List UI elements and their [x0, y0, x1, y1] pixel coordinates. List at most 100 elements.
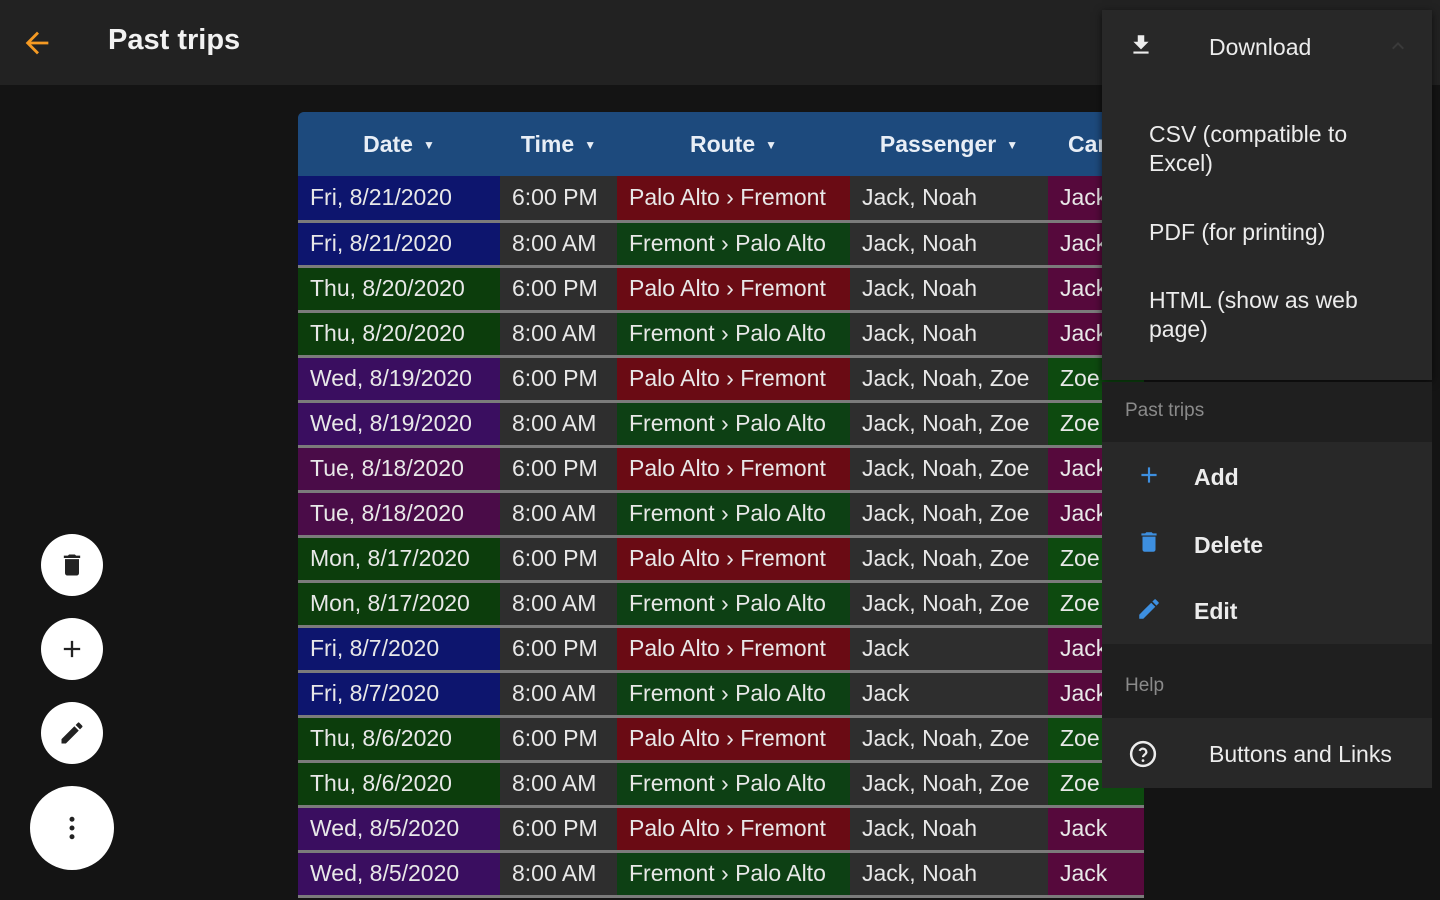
table-body: Fri, 8/21/2020 6:00 PM Palo Alto › Fremont… — [298, 176, 1144, 898]
table-row[interactable]: Thu, 8/20/2020 6:00 PM Palo Alto › Fremont… — [298, 266, 1144, 313]
cell-date: Thu, 8/20/2020 — [298, 311, 500, 358]
table-row[interactable]: Mon, 8/17/2020 6:00 PM Palo Alto › Fremont… — [298, 536, 1144, 583]
menu-item-delete[interactable]: Delete — [1102, 509, 1432, 577]
table-row[interactable]: Fri, 8/21/2020 8:00 AM Fremont › Palo Alto… — [298, 221, 1144, 268]
cell-date: Wed, 8/5/2020 — [298, 806, 500, 853]
column-header-label: Date — [363, 130, 413, 157]
column-header-label: Time — [520, 130, 575, 157]
cell-car: Jack — [1048, 851, 1144, 898]
cell-passenger: Jack — [850, 626, 1048, 673]
cell-passenger: Jack, Noah, Zoe — [850, 491, 1048, 538]
download-menu-header[interactable]: Download — [1102, 10, 1432, 82]
cell-passenger: Jack, Noah — [850, 266, 1048, 313]
table-row[interactable]: Thu, 8/6/2020 8:00 AM Fremont › Palo Alto J… — [298, 761, 1144, 808]
download-option-pdf[interactable]: PDF (for printing) — [1102, 208, 1432, 264]
cell-date: Mon, 8/17/2020 — [298, 536, 500, 583]
table-row[interactable]: Wed, 8/5/2020 6:00 PM Palo Alto › Fremont J… — [298, 806, 1144, 853]
cell-time: 6:00 PM — [500, 716, 617, 763]
cell-route: Fremont › Palo Alto — [617, 221, 850, 268]
cell-route: Palo Alto › Fremont — [617, 266, 850, 313]
edit-fab-button[interactable] — [41, 702, 103, 764]
download-option-line: CSV (compatible to — [1149, 121, 1348, 147]
table-row[interactable]: Wed, 8/5/2020 8:00 AM Fremont › Palo Alto J… — [298, 851, 1144, 898]
download-menu: Download CSV (compatible to Excel) PDF (… — [1102, 10, 1432, 380]
cell-route: Palo Alto › Fremont — [617, 536, 850, 583]
column-header-date[interactable]: Date ▼ — [298, 112, 500, 176]
trash-icon — [1141, 532, 1157, 552]
actions-menu: Past trips Add Delete Edit Help Buttons … — [1102, 382, 1432, 788]
section-title-past-trips: Past trips — [1125, 400, 1205, 421]
cell-car: Jack — [1048, 806, 1144, 853]
cell-time: 6:00 PM — [500, 266, 617, 313]
table-row[interactable]: Wed, 8/19/2020 8:00 AM Fremont › Palo Alto… — [298, 401, 1144, 448]
table-row[interactable]: Thu, 8/6/2020 6:00 PM Palo Alto › Fremont J… — [298, 716, 1144, 763]
table-row[interactable]: Thu, 8/20/2020 8:00 AM Fremont › Palo Alto… — [298, 311, 1144, 358]
cell-time: 8:00 AM — [500, 581, 617, 628]
cell-passenger: Jack, Noah, Zoe — [850, 581, 1048, 628]
menu-item-add[interactable]: Add — [1102, 442, 1432, 509]
cell-route: Fremont › Palo Alto — [617, 311, 850, 358]
table-row[interactable]: Tue, 8/18/2020 8:00 AM Fremont › Palo Alto… — [298, 491, 1144, 538]
menu-item-edit[interactable]: Edit — [1102, 577, 1432, 644]
menu-item-buttons-and-links[interactable]: Buttons and Links — [1102, 718, 1432, 788]
cell-date: Thu, 8/20/2020 — [298, 266, 500, 313]
cell-route: Palo Alto › Fremont — [617, 626, 850, 673]
cell-passenger: Jack, Noah, Zoe — [850, 356, 1048, 403]
cell-time: 6:00 PM — [500, 176, 617, 223]
sort-caret-icon: ▼ — [765, 138, 778, 153]
cell-date: Thu, 8/6/2020 — [298, 761, 500, 808]
table-header-row: Date ▼ Time ▼ Route ▼ Passenger ▼ Car — [298, 112, 1144, 176]
cell-route: Fremont › Palo Alto — [617, 491, 850, 538]
column-header-route[interactable]: Route ▼ — [617, 112, 850, 176]
download-option-line: PDF (for printing) — [1149, 219, 1326, 245]
plus-icon — [63, 640, 81, 658]
page-title: Past trips — [108, 24, 241, 56]
table-row[interactable]: Wed, 8/19/2020 6:00 PM Palo Alto › Fremont… — [298, 356, 1144, 403]
help-group: Buttons and Links — [1102, 718, 1432, 788]
table-row[interactable]: Tue, 8/18/2020 6:00 PM Palo Alto › Fremont… — [298, 446, 1144, 493]
add-fab-button[interactable] — [41, 618, 103, 680]
sort-caret-icon: ▼ — [422, 138, 435, 153]
delete-fab-button[interactable] — [41, 534, 103, 596]
download-option-html[interactable]: HTML (show as web page) — [1102, 278, 1432, 358]
download-label: Download — [1209, 34, 1312, 60]
menu-item-label: Edit — [1194, 598, 1238, 624]
table-row[interactable]: Fri, 8/7/2020 8:00 AM Fremont › Palo Alto J… — [298, 671, 1144, 718]
column-header-passenger[interactable]: Passenger ▼ — [850, 112, 1048, 176]
help-circle-icon — [1129, 740, 1157, 768]
download-icon — [1133, 35, 1149, 54]
cell-passenger: Jack, Noah, Zoe — [850, 716, 1048, 763]
table-row[interactable]: Fri, 8/7/2020 6:00 PM Palo Alto › Fremont J… — [298, 626, 1144, 673]
cell-route: Palo Alto › Fremont — [617, 806, 850, 853]
table-row[interactable]: Mon, 8/17/2020 8:00 AM Fremont › Palo Alto… — [298, 581, 1144, 628]
trash-icon — [63, 554, 81, 576]
cell-route: Fremont › Palo Alto — [617, 671, 850, 718]
cell-date: Wed, 8/19/2020 — [298, 401, 500, 448]
cell-date: Mon, 8/17/2020 — [298, 581, 500, 628]
chevron-up-icon — [1392, 42, 1404, 50]
cell-route: Fremont › Palo Alto — [617, 401, 850, 448]
cell-date: Thu, 8/6/2020 — [298, 716, 500, 763]
cell-time: 8:00 AM — [500, 491, 617, 538]
cell-passenger: Jack — [850, 671, 1048, 718]
table-row[interactable]: Fri, 8/21/2020 6:00 PM Palo Alto › Fremont… — [298, 176, 1144, 223]
column-header-time[interactable]: Time ▼ — [500, 112, 617, 176]
cell-time: 6:00 PM — [500, 626, 617, 673]
cell-route: Palo Alto › Fremont — [617, 716, 850, 763]
cell-passenger: Jack, Noah — [850, 176, 1048, 223]
cell-date: Wed, 8/19/2020 — [298, 356, 500, 403]
cell-date: Fri, 8/7/2020 — [298, 626, 500, 673]
plus-icon — [1141, 467, 1157, 483]
more-options-fab-button[interactable] — [30, 786, 114, 870]
past-trips-group: Add Delete Edit — [1102, 442, 1432, 644]
download-option-line: Excel) — [1149, 150, 1213, 176]
cell-date: Wed, 8/5/2020 — [298, 851, 500, 898]
column-header-label: Route — [689, 130, 756, 157]
sort-caret-icon: ▼ — [584, 138, 597, 153]
cell-passenger: Jack, Noah — [850, 311, 1048, 358]
more-vert-icon — [69, 816, 75, 840]
download-option-csv[interactable]: CSV (compatible to Excel) — [1102, 110, 1432, 190]
menu-item-label: Add — [1194, 464, 1239, 490]
back-button[interactable] — [20, 26, 54, 60]
cell-passenger: Jack, Noah — [850, 806, 1048, 853]
